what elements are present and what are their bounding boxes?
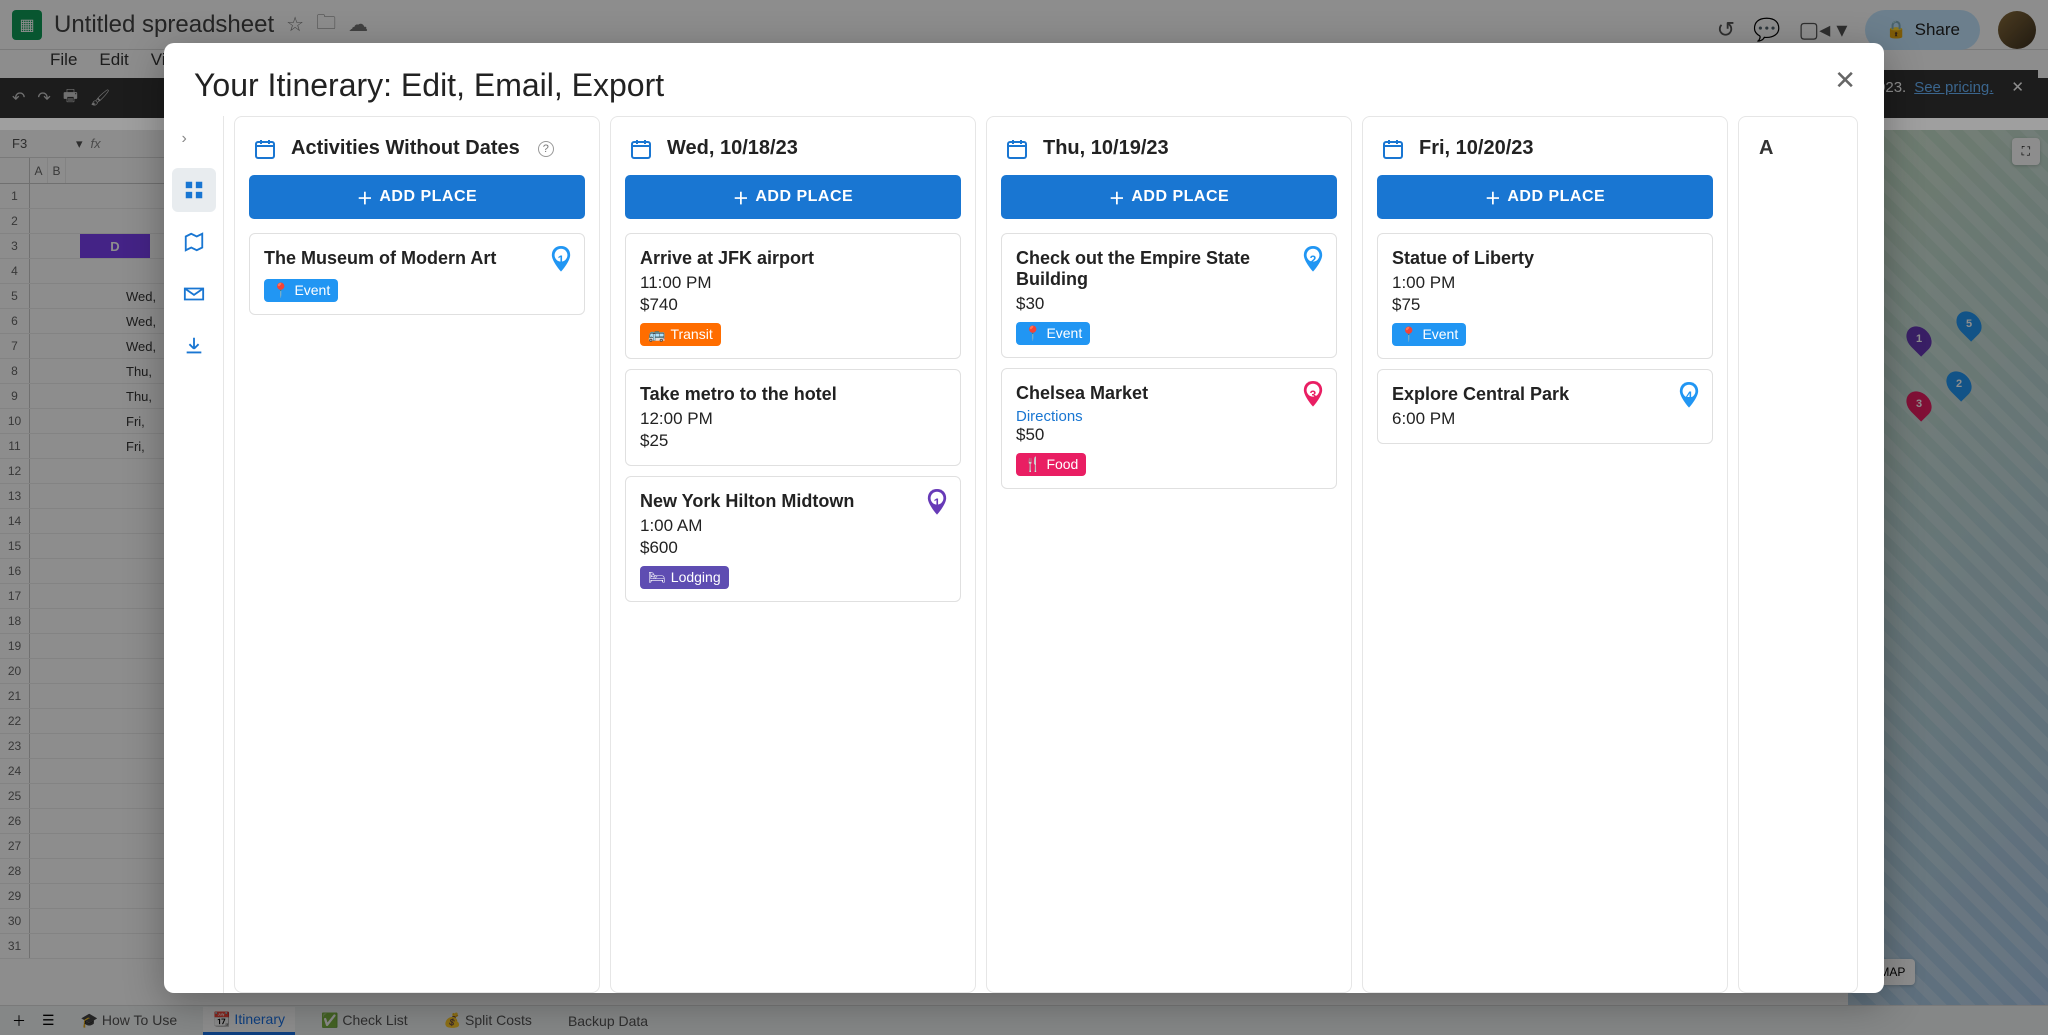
tag-icon: 📍 — [1024, 325, 1041, 342]
day-column: Thu, 10/19/23 ＋ ADD PLACE Check out the Em… — [986, 116, 1352, 993]
day-title: Wed, 10/18/23 — [667, 137, 798, 160]
itinerary-card[interactable]: New York Hilton Midtown 1:00 AM$600 🛏Lodgi… — [625, 476, 961, 602]
card-tag: 🍴Food — [1016, 453, 1086, 476]
calendar-icon — [253, 137, 277, 161]
next-day-column-partial: A — [1738, 116, 1858, 993]
tag-icon: 📍 — [1400, 326, 1417, 343]
calendar-icon — [629, 137, 653, 161]
add-place-button[interactable]: ＋ ADD PLACE — [625, 175, 961, 219]
rail-email-icon[interactable] — [172, 272, 216, 316]
add-place-button[interactable]: ＋ ADD PLACE — [249, 175, 585, 219]
itinerary-card[interactable]: Arrive at JFK airport 11:00 PM$740 🚌Transi… — [625, 233, 961, 359]
card-time: 11:00 PM — [640, 273, 946, 293]
card-tag: 🚌Transit — [640, 323, 721, 346]
expand-rail-icon[interactable]: › — [182, 130, 206, 154]
card-title: Statue of Liberty — [1392, 248, 1698, 269]
card-title: The Museum of Modern Art — [264, 248, 570, 269]
card-title: Check out the Empire State Building — [1016, 248, 1322, 290]
card-pin-icon: 1 — [550, 246, 572, 274]
day-column: Activities Without Dates?＋ ADD PLACEThe … — [234, 116, 600, 993]
tag-icon: 🍴 — [1024, 456, 1041, 473]
card-time: 12:00 PM — [640, 409, 946, 429]
calendar-icon — [1381, 137, 1405, 161]
rail-grid-view-icon[interactable] — [172, 168, 216, 212]
day-header: Activities Without Dates? — [235, 117, 599, 175]
info-icon[interactable]: ? — [538, 141, 554, 157]
card-tag: 🛏Lodging — [640, 566, 729, 589]
calendar-icon — [1005, 137, 1029, 161]
card-title: Take metro to the hotel — [640, 384, 946, 405]
rail-download-icon[interactable] — [172, 324, 216, 368]
rail-map-icon[interactable] — [172, 220, 216, 264]
plus-icon: ＋ — [1109, 185, 1126, 209]
card-tag: 📍Event — [1392, 323, 1466, 346]
card-time: 6:00 PM — [1392, 409, 1698, 429]
day-column: Wed, 10/18/23 ＋ ADD PLACE Arrive at JFK ai… — [610, 116, 976, 993]
card-title: Explore Central Park — [1392, 384, 1698, 405]
modal-title: Your Itinerary: Edit, Email, Export — [164, 43, 1884, 116]
card-title: Arrive at JFK airport — [640, 248, 946, 269]
day-header: Thu, 10/19/23 — [987, 117, 1351, 175]
day-header: Wed, 10/18/23 — [611, 117, 975, 175]
card-pin-icon: 1 — [926, 489, 948, 517]
modal-overlay: Your Itinerary: Edit, Email, Export ✕ › … — [0, 0, 2048, 1035]
tag-icon: 🛏 — [648, 569, 666, 586]
card-price: $30 — [1016, 294, 1322, 314]
plus-icon: ＋ — [1485, 185, 1502, 209]
card-price: $75 — [1392, 295, 1698, 315]
card-price: $740 — [640, 295, 946, 315]
add-place-button[interactable]: ＋ ADD PLACE — [1377, 175, 1713, 219]
itinerary-card[interactable]: Explore Central Park 6:00 PM4 — [1377, 369, 1713, 444]
itinerary-card[interactable]: Take metro to the hotel 12:00 PM$25 — [625, 369, 961, 466]
directions-link[interactable]: Directions — [1016, 408, 1322, 425]
card-title: New York Hilton Midtown — [640, 491, 946, 512]
card-price: $600 — [640, 538, 946, 558]
itinerary-card[interactable]: Chelsea Market Directions$50 🍴Food 3 — [1001, 368, 1337, 489]
card-time: 1:00 AM — [640, 516, 946, 536]
card-pin-icon: 2 — [1302, 246, 1324, 274]
itinerary-modal: Your Itinerary: Edit, Email, Export ✕ › … — [164, 43, 1884, 993]
tag-icon: 📍 — [272, 282, 289, 299]
card-tag: 📍Event — [1016, 322, 1090, 345]
day-header: Fri, 10/20/23 — [1363, 117, 1727, 175]
modal-side-rail: › — [164, 116, 224, 993]
plus-icon: ＋ — [733, 185, 750, 209]
card-title: Chelsea Market — [1016, 383, 1322, 404]
itinerary-card[interactable]: The Museum of Modern Art 📍Event 1 — [249, 233, 585, 315]
day-title: Thu, 10/19/23 — [1043, 137, 1169, 160]
card-pin-icon: 3 — [1302, 381, 1324, 409]
card-tag: 📍Event — [264, 279, 338, 302]
card-price: $25 — [640, 431, 946, 451]
card-pin-icon: 4 — [1678, 382, 1700, 410]
itinerary-card[interactable]: Statue of Liberty 1:00 PM$75 📍Event — [1377, 233, 1713, 359]
tag-icon: 🚌 — [648, 326, 665, 343]
card-price: $50 — [1016, 425, 1322, 445]
plus-icon: ＋ — [357, 185, 374, 209]
day-title: Activities Without Dates — [291, 137, 520, 160]
day-column: Fri, 10/20/23 ＋ ADD PLACE Statue of Libert… — [1362, 116, 1728, 993]
day-title: Fri, 10/20/23 — [1419, 137, 1534, 160]
card-time: 1:00 PM — [1392, 273, 1698, 293]
add-place-button[interactable]: ＋ ADD PLACE — [1001, 175, 1337, 219]
itinerary-card[interactable]: Check out the Empire State Building $30 📍E… — [1001, 233, 1337, 358]
close-modal-icon[interactable]: ✕ — [1834, 65, 1856, 96]
